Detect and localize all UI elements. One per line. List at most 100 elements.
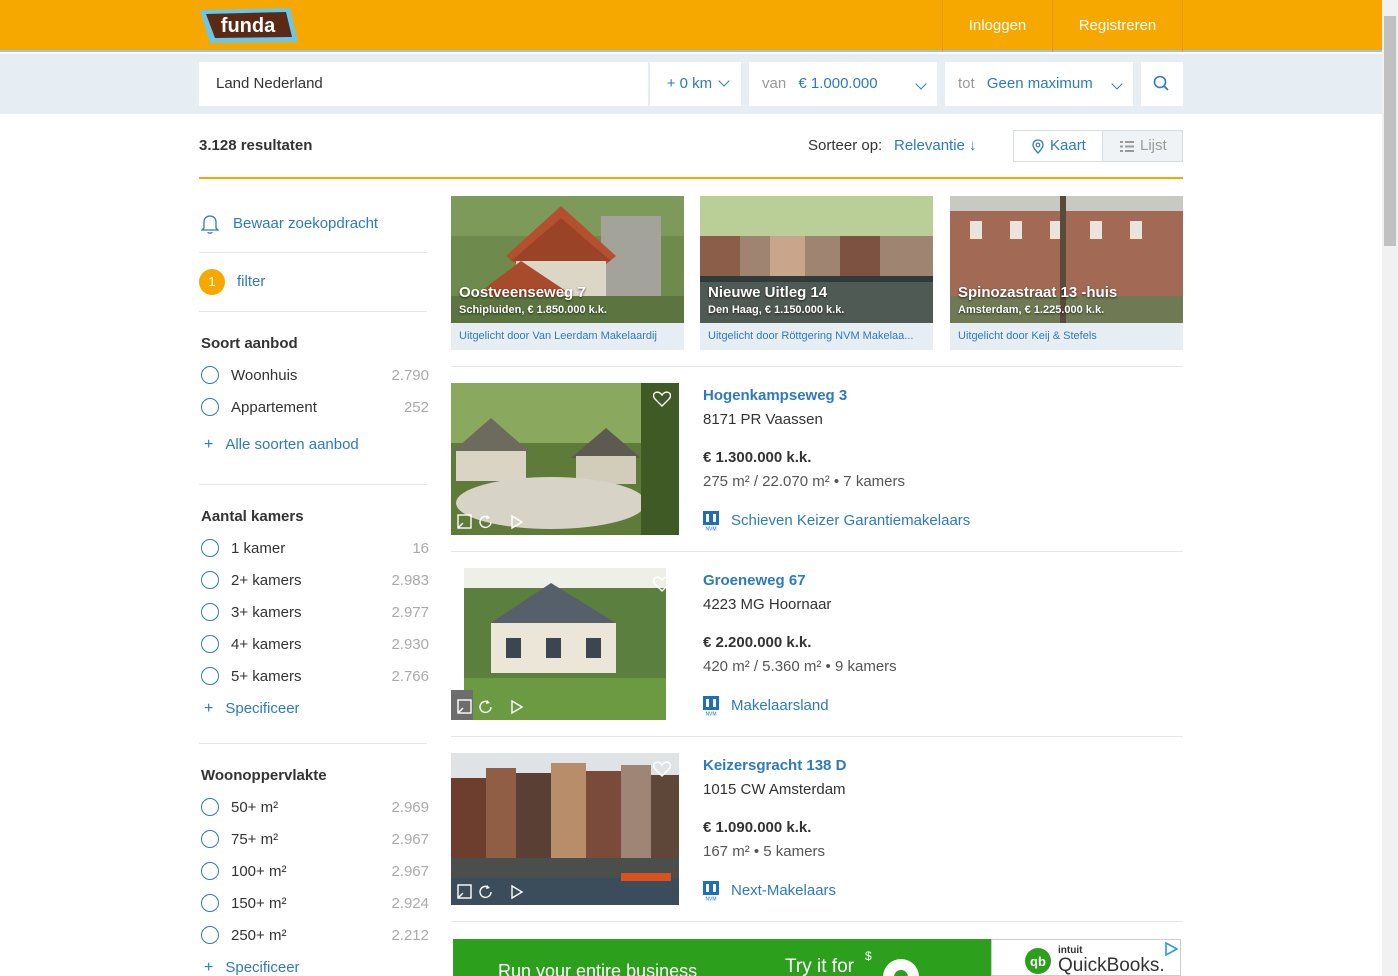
rooms-heading: Aantal kamers (201, 508, 304, 525)
media-actions (457, 699, 524, 715)
agent-link[interactable]: Next-Makelaars (731, 882, 836, 899)
featured-subtitle: Amsterdam, € 1.225.000 k.k. (958, 304, 1105, 316)
heart-icon[interactable] (653, 576, 671, 592)
list-view-button[interactable]: Lijst (1102, 131, 1182, 161)
specify-rooms-link[interactable]: + Specificeer (204, 700, 300, 718)
filter-option[interactable]: 3+ kamers 2.977 (201, 602, 429, 624)
nvm-logo-icon: NVM (703, 511, 719, 531)
radio-button[interactable] (201, 366, 219, 384)
top-bar: funda Inloggen Registreren (0, 0, 1382, 52)
option-label: 4+ kamers (231, 636, 302, 653)
login-button[interactable]: Inloggen (942, 0, 1052, 52)
option-label: 100+ m² (231, 863, 287, 880)
360-icon (479, 885, 492, 899)
heart-icon[interactable] (653, 391, 671, 407)
featured-card[interactable]: Nieuwe Uitleg 14 Den Haag, € 1.150.000 k… (700, 196, 933, 350)
listing-item[interactable]: Keizersgracht 138 D 1015 CW Amsterdam € … (451, 753, 1183, 905)
filter-option[interactable]: 2+ kamers 2.983 (201, 570, 429, 592)
ad-choices-icon[interactable] (1164, 942, 1178, 956)
featured-subtitle: Den Haag, € 1.150.000 k.k. (708, 304, 845, 316)
agent-link[interactable]: Makelaarsland (731, 697, 829, 714)
filter-option[interactable]: 5+ kamers 2.766 (201, 666, 429, 688)
price-to-label: tot (958, 75, 975, 92)
plus-icon: + (204, 959, 214, 976)
funda-logo[interactable]: funda (198, 6, 300, 44)
quickbooks-logo-icon: qb (1025, 948, 1051, 974)
filter-option[interactable]: 100+ m² 2.967 (201, 861, 429, 883)
filter-option[interactable]: 50+ m² 2.969 (201, 797, 429, 819)
map-view-button[interactable]: Kaart (1014, 131, 1102, 161)
radio-button[interactable] (201, 635, 219, 653)
featured-card[interactable]: Spinozastraat 13 -huis Amsterdam, € 1.22… (950, 196, 1183, 350)
option-count: 2.967 (391, 831, 429, 848)
search-bar: Land Nederland + 0 km van € 1.000.000 to… (0, 54, 1382, 114)
filter-option[interactable]: 250+ m² 2.212 (201, 925, 429, 947)
ad-brand: QuickBooks. (1058, 955, 1165, 976)
listing-price: € 1.090.000 k.k. (703, 819, 812, 836)
location-input[interactable]: Land Nederland (199, 62, 649, 106)
heart-icon[interactable] (653, 761, 671, 777)
radio-button[interactable] (201, 571, 219, 589)
search-button[interactable] (1141, 62, 1183, 106)
listing-title[interactable]: Groeneweg 67 (703, 572, 806, 589)
listing-title[interactable]: Hogenkampseweg 3 (703, 387, 847, 404)
price-from-select[interactable]: van € 1.000.000 (749, 62, 937, 106)
agent-link[interactable]: Schieven Keizer Garantiemakelaars (731, 512, 970, 529)
svg-text:NVM: NVM (705, 712, 716, 717)
play-icon (511, 699, 524, 715)
featured-photo: Nieuwe Uitleg 14 Den Haag, € 1.150.000 k… (700, 196, 933, 323)
plus-icon: + (204, 700, 214, 717)
radio-button[interactable] (201, 926, 219, 944)
price-from-label: van (762, 75, 787, 92)
radio-button[interactable] (201, 398, 219, 416)
radio-button[interactable] (201, 862, 219, 880)
listing-item[interactable]: Groeneweg 67 4223 MG Hoornaar € 2.200.00… (451, 568, 1183, 720)
listing-item[interactable]: Hogenkampseweg 3 8171 PR Vaassen € 1.300… (451, 383, 1183, 535)
featured-card[interactable]: Oostveenseweg 7 Schipluiden, € 1.850.000… (451, 196, 684, 350)
scrollbar-thumb[interactable] (1384, 16, 1396, 246)
specify-area-link[interactable]: + Specificeer (204, 959, 300, 976)
filter-option[interactable]: Woonhuis 2.790 (201, 365, 429, 387)
filter-option[interactable]: 1 kamer 16 (201, 538, 429, 560)
filter-link[interactable]: filter (237, 273, 265, 290)
filter-option[interactable]: 150+ m² 2.924 (201, 893, 429, 915)
360-icon (479, 515, 492, 529)
radio-button[interactable] (201, 798, 219, 816)
register-button[interactable]: Registreren (1052, 0, 1183, 52)
radio-button[interactable] (201, 667, 219, 685)
photos-icon (457, 514, 472, 529)
radio-button[interactable] (201, 830, 219, 848)
option-count: 2.977 (391, 604, 429, 621)
chevron-down-icon (1111, 78, 1123, 90)
divider (199, 743, 427, 744)
divider (451, 736, 1183, 737)
radio-button[interactable] (201, 603, 219, 621)
price-to-select[interactable]: tot Geen maximum (945, 62, 1133, 106)
option-count: 2.969 (391, 799, 429, 816)
svg-text:NVM: NVM (705, 527, 716, 532)
all-types-link[interactable]: + Alle soorten aanbod (204, 436, 359, 454)
scrollbar[interactable] (1382, 0, 1398, 976)
sort-select[interactable]: Relevantie ↓ (894, 137, 977, 154)
play-icon (511, 514, 524, 530)
listing-photo[interactable] (451, 568, 679, 720)
radius-select[interactable]: + 0 km (650, 62, 741, 106)
radio-button[interactable] (201, 894, 219, 912)
advertisement-banner[interactable]: Run your entire business Try it for $ qb… (453, 939, 1181, 976)
filter-option[interactable]: 4+ kamers 2.930 (201, 634, 429, 656)
price-from-value: € 1.000.000 (798, 75, 878, 92)
filter-option[interactable]: 75+ m² 2.967 (201, 829, 429, 851)
filter-option[interactable]: Appartement 252 (201, 397, 429, 419)
featured-subtitle: Schipluiden, € 1.850.000 k.k. (459, 304, 607, 316)
list-view-label: Lijst (1140, 137, 1167, 154)
listing-photo[interactable] (451, 753, 679, 905)
listing-photo[interactable] (451, 383, 679, 535)
ad-circle-icon (883, 959, 919, 976)
listing-address: 8171 PR Vaassen (703, 411, 823, 428)
featured-photo: Spinozastraat 13 -huis Amsterdam, € 1.22… (950, 196, 1183, 323)
featured-title: Nieuwe Uitleg 14 (708, 284, 828, 301)
listing-title[interactable]: Keizersgracht 138 D (703, 757, 846, 774)
media-actions (457, 884, 524, 900)
radio-button[interactable] (201, 539, 219, 557)
option-count: 2.930 (391, 636, 429, 653)
